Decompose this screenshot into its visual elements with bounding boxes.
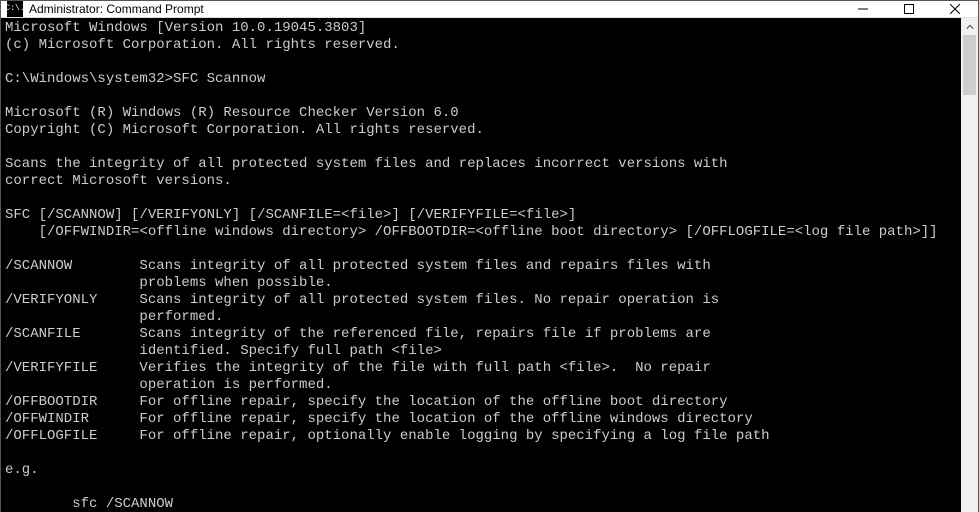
window-controls <box>840 1 978 17</box>
terminal-output[interactable]: Microsoft Windows [Version 10.0.19045.38… <box>1 18 961 512</box>
maximize-icon <box>904 4 914 14</box>
command-prompt-window: C:\. Administrator: Command Prompt Micro… <box>0 0 979 512</box>
app-icon-text: C:\. <box>5 5 24 13</box>
minimize-icon <box>858 4 868 14</box>
maximize-button[interactable] <box>886 1 932 17</box>
close-button[interactable] <box>932 1 978 17</box>
scrollbar-thumb[interactable] <box>963 35 976 95</box>
close-icon <box>950 4 960 14</box>
window-title: Administrator: Command Prompt <box>29 2 840 16</box>
titlebar[interactable]: C:\. Administrator: Command Prompt <box>1 1 978 18</box>
vertical-scrollbar[interactable] <box>961 18 978 512</box>
client-area: Microsoft Windows [Version 10.0.19045.38… <box>1 18 978 512</box>
scroll-up-button[interactable] <box>961 18 978 35</box>
minimize-button[interactable] <box>840 1 886 17</box>
chevron-up-icon <box>966 23 974 31</box>
app-icon: C:\. <box>7 1 23 17</box>
